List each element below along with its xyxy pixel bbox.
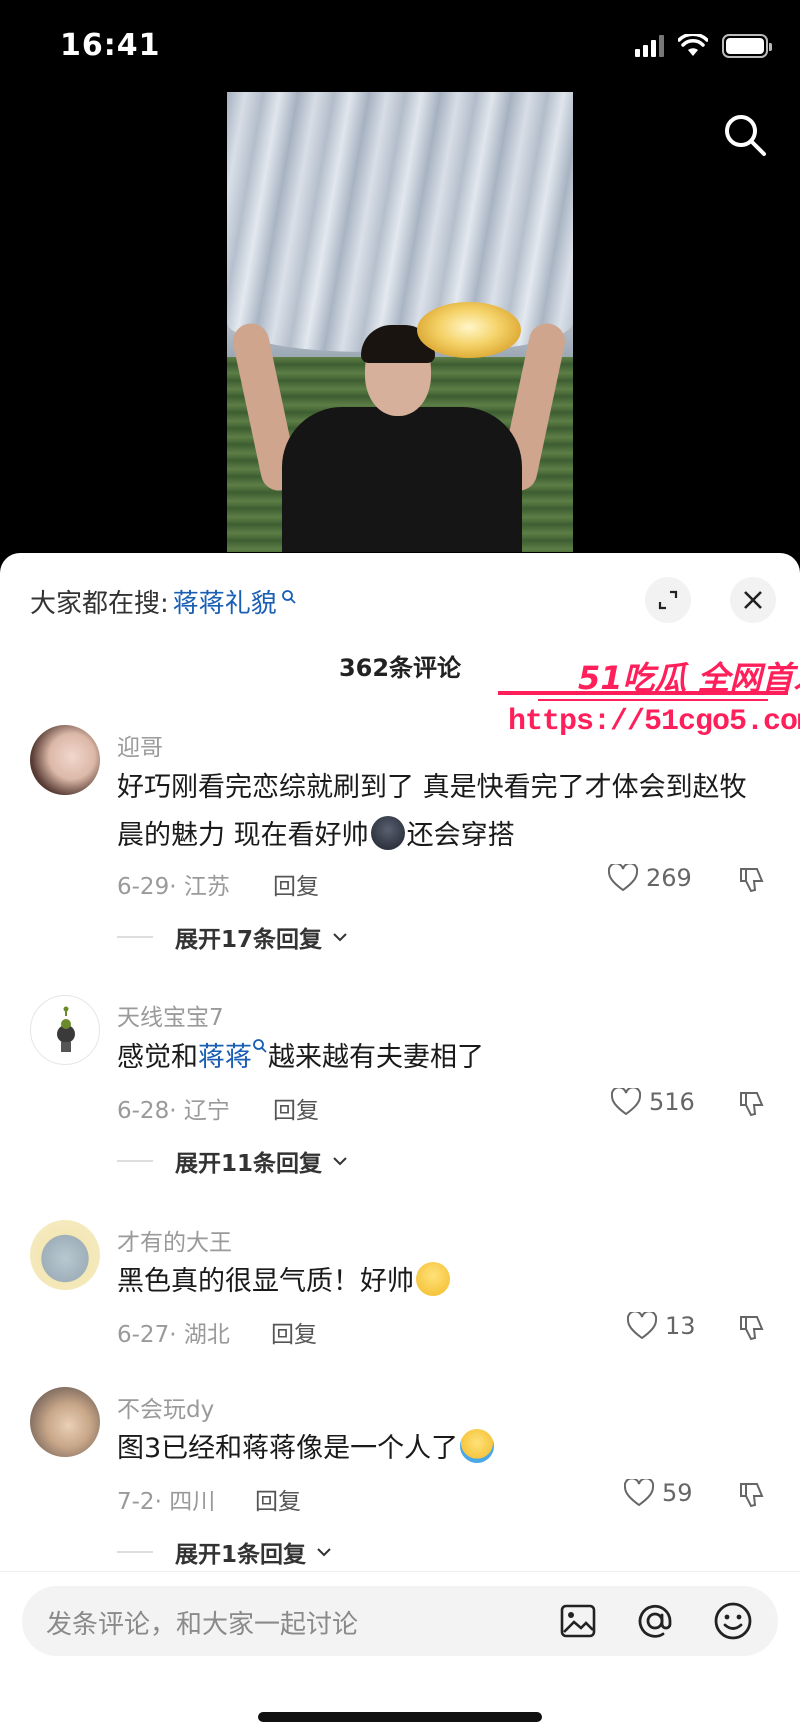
comment-text: 好巧刚看完恋综就刷到了 真是快看完了才体会到赵牧晨的魅力 现在看好帅 还会穿搭 bbox=[117, 764, 757, 860]
close-button[interactable] bbox=[730, 577, 776, 623]
avatar-figure bbox=[57, 1006, 75, 1052]
thumbs-down-icon[interactable] bbox=[737, 865, 767, 895]
thumbs-down-icon[interactable] bbox=[737, 1313, 767, 1343]
video-curtain bbox=[227, 92, 573, 352]
trending-search[interactable]: 大家都在搜: 蒋蒋礼貌 bbox=[30, 583, 297, 620]
watermark-line bbox=[498, 691, 788, 695]
watermark-line-2 bbox=[538, 699, 768, 701]
home-indicator[interactable] bbox=[258, 1712, 542, 1722]
battery-icon bbox=[722, 34, 772, 58]
like-count: 13 bbox=[665, 1312, 696, 1340]
comment-text-part: 图3已经和蒋蒋像是一个人了 bbox=[117, 1433, 459, 1464]
status-icons bbox=[635, 34, 772, 58]
chevron-down-icon bbox=[333, 1157, 347, 1166]
close-icon bbox=[744, 591, 762, 609]
expand-replies[interactable]: 展开1条回复 bbox=[117, 1535, 332, 1569]
like-count: 59 bbox=[662, 1479, 693, 1507]
comment-input-placeholder: 发条评论，和大家一起讨论 bbox=[46, 1610, 359, 1640]
heart-icon bbox=[608, 864, 638, 892]
reply-button[interactable]: 回复 bbox=[273, 1091, 319, 1125]
video-person bbox=[282, 407, 522, 552]
comment-username[interactable]: 迎哥 bbox=[117, 728, 163, 762]
image-icon[interactable] bbox=[557, 1600, 599, 1642]
expand-replies[interactable]: 展开11条回复 bbox=[117, 1144, 348, 1178]
search-icon[interactable] bbox=[720, 110, 770, 160]
avatar[interactable] bbox=[30, 1387, 100, 1457]
thumbs-down-icon[interactable] bbox=[737, 1480, 767, 1510]
watermark-url: https://51cgo5.com bbox=[508, 705, 800, 739]
comment-input-bar: 发条评论，和大家一起讨论 bbox=[0, 1571, 800, 1731]
comment-search-link[interactable]: 蒋蒋 bbox=[198, 1042, 252, 1073]
reply-button[interactable]: 回复 bbox=[271, 1315, 317, 1349]
expand-dash bbox=[117, 1551, 153, 1553]
avatar[interactable] bbox=[30, 1220, 100, 1290]
comment-text-part: 感觉和 bbox=[117, 1042, 198, 1073]
like-count: 269 bbox=[646, 864, 692, 892]
expand-replies[interactable]: 展开17条回复 bbox=[117, 920, 348, 954]
chevron-down-icon bbox=[317, 1548, 331, 1557]
video-lantern bbox=[417, 302, 521, 358]
comment-text: 黑色真的很显气质！好帅 bbox=[117, 1258, 757, 1306]
expand-replies-label: 展开17条回复 bbox=[175, 927, 323, 953]
trending-prefix: 大家都在搜: bbox=[30, 589, 169, 619]
comment-text-part: 越来越有夫妻相了 bbox=[268, 1042, 484, 1073]
comment-text-part: 还会穿搭 bbox=[406, 820, 515, 851]
like-button[interactable]: 59 bbox=[624, 1479, 693, 1507]
comment-username[interactable]: 天线宝宝7 bbox=[117, 998, 224, 1032]
expand-icon bbox=[658, 590, 678, 610]
emoji-icon bbox=[416, 1262, 450, 1296]
signal-icon bbox=[635, 35, 664, 57]
watermark: 51吃瓜 全网首发 https://51cgo5.com bbox=[498, 653, 800, 763]
expand-replies-label: 展开1条回复 bbox=[175, 1542, 307, 1568]
heart-icon bbox=[627, 1312, 657, 1340]
heart-icon bbox=[611, 1088, 641, 1116]
at-icon[interactable] bbox=[634, 1600, 676, 1642]
expand-button[interactable] bbox=[645, 577, 691, 623]
comment-username[interactable]: 才有的大王 bbox=[117, 1223, 232, 1257]
comment-sheet: 大家都在搜: 蒋蒋礼貌 362条评论 51吃瓜 全网首发 https://51c… bbox=[0, 553, 800, 1731]
comment-date-region: 6-27· 湖北 bbox=[117, 1322, 230, 1348]
emoji-icon bbox=[460, 1429, 495, 1463]
comment-text: 图3已经和蒋蒋像是一个人了 bbox=[117, 1425, 757, 1473]
emoji-icon[interactable] bbox=[712, 1600, 754, 1642]
avatar[interactable] bbox=[30, 995, 100, 1065]
wifi-icon bbox=[678, 34, 708, 56]
comment-username[interactable]: 不会玩dy bbox=[117, 1390, 214, 1424]
heart-icon bbox=[624, 1479, 654, 1507]
avatar[interactable] bbox=[30, 725, 100, 795]
small-search-icon bbox=[281, 589, 296, 604]
comment-date-region: 6-28· 辽宁 bbox=[117, 1098, 230, 1124]
expand-replies-label: 展开11条回复 bbox=[175, 1151, 323, 1177]
expand-dash bbox=[117, 1160, 153, 1162]
status-time: 16:41 bbox=[60, 28, 161, 63]
like-button[interactable]: 13 bbox=[627, 1312, 696, 1340]
status-bar: 16:41 bbox=[0, 0, 800, 96]
comment-input[interactable]: 发条评论，和大家一起讨论 bbox=[22, 1586, 778, 1656]
emoji-icon bbox=[370, 816, 405, 850]
like-count: 516 bbox=[649, 1088, 695, 1116]
small-search-icon bbox=[253, 1039, 267, 1053]
like-button[interactable]: 516 bbox=[611, 1088, 695, 1116]
like-button[interactable]: 269 bbox=[608, 864, 692, 892]
trending-keyword[interactable]: 蒋蒋礼貌 bbox=[173, 583, 277, 620]
reply-button[interactable]: 回复 bbox=[255, 1482, 301, 1516]
comment-date-region: 7-2· 四川 bbox=[117, 1489, 216, 1515]
reply-button[interactable]: 回复 bbox=[273, 867, 319, 901]
comment-date-region: 6-29· 江苏 bbox=[117, 874, 230, 900]
video-preview[interactable] bbox=[227, 92, 573, 552]
comment-text-part: 黑色真的很显气质！好帅 bbox=[117, 1266, 414, 1297]
comment-text: 感觉和蒋蒋 越来越有夫妻相了 bbox=[117, 1034, 757, 1082]
expand-dash bbox=[117, 936, 153, 938]
chevron-down-icon bbox=[333, 933, 347, 942]
thumbs-down-icon[interactable] bbox=[737, 1089, 767, 1119]
